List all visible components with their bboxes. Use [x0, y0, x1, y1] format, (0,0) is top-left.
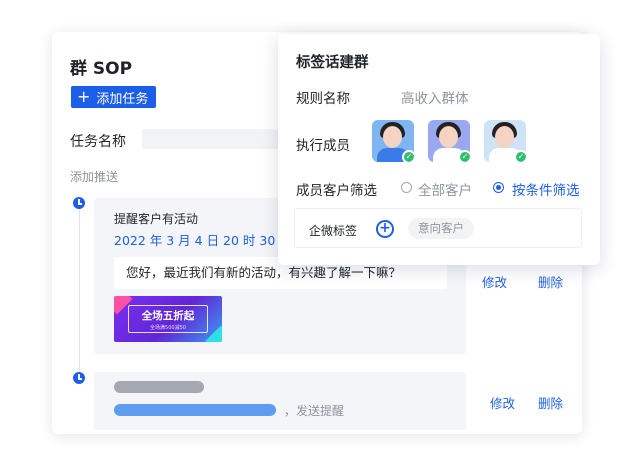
promo-banner-text: 全场五折起 [141, 310, 195, 322]
send-reminder-text: ，发送提醒 [284, 404, 345, 418]
promo-banner-image: 全场五折起 全场满500减50 [114, 296, 222, 342]
placeholder-bar [114, 381, 204, 393]
timeline-line [79, 206, 80, 381]
check-icon: ✓ [514, 150, 526, 162]
rule-name-value[interactable]: 高收入群体 [401, 87, 469, 107]
tag-chip[interactable]: 意向客户 [408, 218, 474, 239]
radio-all-customers[interactable] [401, 182, 412, 193]
option-all-customers[interactable]: 全部客户 [418, 179, 472, 199]
member-avatar[interactable]: ✓ [484, 120, 526, 162]
task-name-input[interactable] [142, 129, 292, 149]
check-icon: ✓ [402, 150, 414, 162]
plus-icon: + [77, 87, 91, 106]
push-time: 2022 年 3 月 4 日 20 时 30 分 [114, 233, 292, 248]
tag-label: 企微标签 [309, 224, 358, 238]
rule-name-label: 规则名称 [296, 91, 350, 107]
push-title: 提醒客户有活动 [114, 212, 199, 226]
push-item: ，发送提醒 [94, 372, 466, 430]
clock-icon [73, 197, 85, 209]
popup-title: 标签话建群 [296, 55, 369, 71]
add-task-button[interactable]: + 添加任务 [71, 86, 157, 108]
add-task-label: 添加任务 [96, 91, 149, 107]
page-title: 群 SOP [70, 59, 133, 79]
tag-filter-box: 企微标签 + 意向客户 [294, 208, 582, 248]
member-avatar[interactable]: ✓ [428, 120, 470, 162]
member-avatar[interactable]: ✓ [372, 120, 414, 162]
filter-label: 成员客户筛选 [296, 183, 377, 199]
edit-button[interactable]: 修改 [482, 272, 507, 291]
task-name-label: 任务名称 [70, 134, 126, 150]
edit-button[interactable]: 修改 [490, 393, 515, 412]
promo-banner-subtext: 全场满500减50 [150, 325, 186, 331]
placeholder-bar [114, 404, 276, 416]
check-icon: ✓ [458, 150, 470, 162]
option-condition-filter[interactable]: 按条件筛选 [512, 179, 580, 199]
tag-group-popup: 标签话建群 规则名称 高收入群体 执行成员 ✓ ✓ ✓ 成员客户筛选 全部客户 … [278, 34, 600, 265]
delete-button[interactable]: 删除 [538, 272, 563, 291]
clock-icon [73, 372, 85, 384]
add-push-link[interactable]: 添加推送 [70, 168, 118, 185]
radio-condition-filter[interactable] [493, 182, 504, 193]
members-label: 执行成员 [296, 138, 350, 154]
delete-button[interactable]: 删除 [538, 393, 563, 412]
add-tag-icon[interactable]: + [376, 220, 394, 238]
